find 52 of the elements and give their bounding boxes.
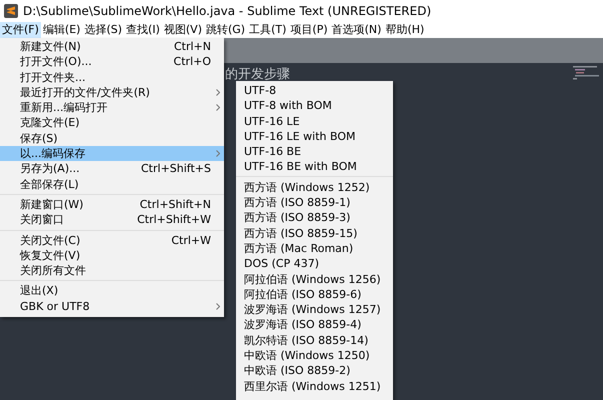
menu-option[interactable]: 阿拉伯语 (ISO 8859-6) bbox=[236, 286, 393, 302]
menu-option[interactable]: DOS (CP 437) bbox=[236, 255, 393, 271]
menu-item[interactable]: 查找(I) bbox=[124, 22, 162, 38]
menu-option[interactable]: UTF-8 bbox=[236, 82, 393, 98]
app-logo-icon bbox=[4, 4, 18, 18]
menu-option[interactable]: 恢复文件(V) bbox=[0, 248, 224, 264]
menu-option[interactable]: 重新用...编码打开 bbox=[0, 100, 224, 116]
menu-option[interactable]: 中欧语 (Windows 1250) bbox=[236, 347, 393, 362]
menu-option[interactable]: 西里尔语 (Windows 1251) bbox=[236, 378, 393, 393]
menu-item[interactable]: 编辑(E) bbox=[40, 22, 82, 38]
menu-option[interactable]: GBK or UTF8 bbox=[0, 298, 224, 314]
menu-option[interactable]: 退出(X) bbox=[0, 283, 224, 299]
menu-option[interactable]: 最近打开的文件/文件夹(R) bbox=[0, 84, 224, 100]
menu-option[interactable]: 西方语 (ISO 8859-3) bbox=[236, 209, 393, 225]
menu-item[interactable]: 工具(T) bbox=[247, 22, 288, 38]
chevron-right-icon bbox=[216, 302, 220, 310]
menu-option[interactable]: 凯尔特语 (ISO 8859-14) bbox=[236, 332, 393, 348]
menu-option[interactable]: 西方语 (Mac Roman) bbox=[236, 240, 393, 256]
menu-option[interactable]: 波罗海语 (ISO 8859-4) bbox=[236, 316, 393, 332]
menu-option[interactable]: 新建文件(N) Ctrl+N bbox=[0, 39, 224, 54]
menu-option[interactable]: 关闭文件(C) Ctrl+W bbox=[0, 232, 224, 248]
menu-option[interactable]: 全部保存(L) bbox=[0, 176, 224, 192]
menu-option[interactable]: 以...编码保存 bbox=[0, 146, 224, 162]
menu-option[interactable]: 西方语 (Windows 1252) bbox=[236, 178, 393, 194]
menu-option[interactable]: 关闭所有文件 bbox=[0, 263, 224, 278]
chevron-right-icon bbox=[216, 150, 220, 158]
menu-item[interactable]: 文件(F) bbox=[0, 22, 41, 38]
menu-option[interactable]: 保存(S) bbox=[0, 130, 224, 146]
menu-option[interactable]: 西方语 (ISO 8859-1) bbox=[236, 194, 393, 210]
menu-item[interactable]: 首选项(N) bbox=[330, 22, 384, 38]
editor-text: 的开发步骤 bbox=[225, 66, 290, 84]
menu-option[interactable]: 关闭窗口 Ctrl+Shift+W bbox=[0, 212, 224, 228]
menu-option[interactable]: 波罗海语 (Windows 1257) bbox=[236, 301, 393, 316]
menu-option[interactable]: UTF-16 BE bbox=[236, 143, 393, 158]
menu-item[interactable]: 帮助(H) bbox=[383, 22, 426, 38]
menu-option[interactable]: 西方语 (ISO 8859-15) bbox=[236, 224, 393, 240]
menu-item[interactable]: 选择(S) bbox=[82, 22, 124, 38]
menu-option[interactable]: 中欧语 (ISO 8859-2) bbox=[236, 362, 393, 378]
menu-option[interactable]: 阿拉伯语 (Windows 1256) bbox=[236, 270, 393, 286]
menu-option[interactable]: UTF-16 LE bbox=[236, 112, 393, 128]
menu-option[interactable]: 克隆文件(E) bbox=[0, 115, 224, 131]
menu-option[interactable]: 打开文件夹... bbox=[0, 70, 224, 85]
menu-option[interactable]: UTF-16 BE with BOM bbox=[236, 158, 393, 174]
menu-option[interactable]: 打开文件(O)... Ctrl+O bbox=[0, 54, 224, 70]
menu-option[interactable]: 新建窗口(W) Ctrl+Shift+N bbox=[0, 196, 224, 212]
menu-option[interactable]: UTF-8 with BOM bbox=[236, 97, 393, 113]
menu-item[interactable]: 项目(P) bbox=[288, 22, 330, 38]
menu-item[interactable]: 跳转(G) bbox=[204, 22, 248, 38]
menu-option[interactable]: 另存为(A)... Ctrl+Shift+S bbox=[0, 161, 224, 177]
window-title: D:\Sublime\SublimeWork\Hello.java - Sublime Text (UNREGISTERED) bbox=[23, 3, 432, 20]
menu-item[interactable]: 视图(V) bbox=[162, 22, 204, 38]
menu-option[interactable]: UTF-16 LE with BOM bbox=[236, 128, 393, 144]
